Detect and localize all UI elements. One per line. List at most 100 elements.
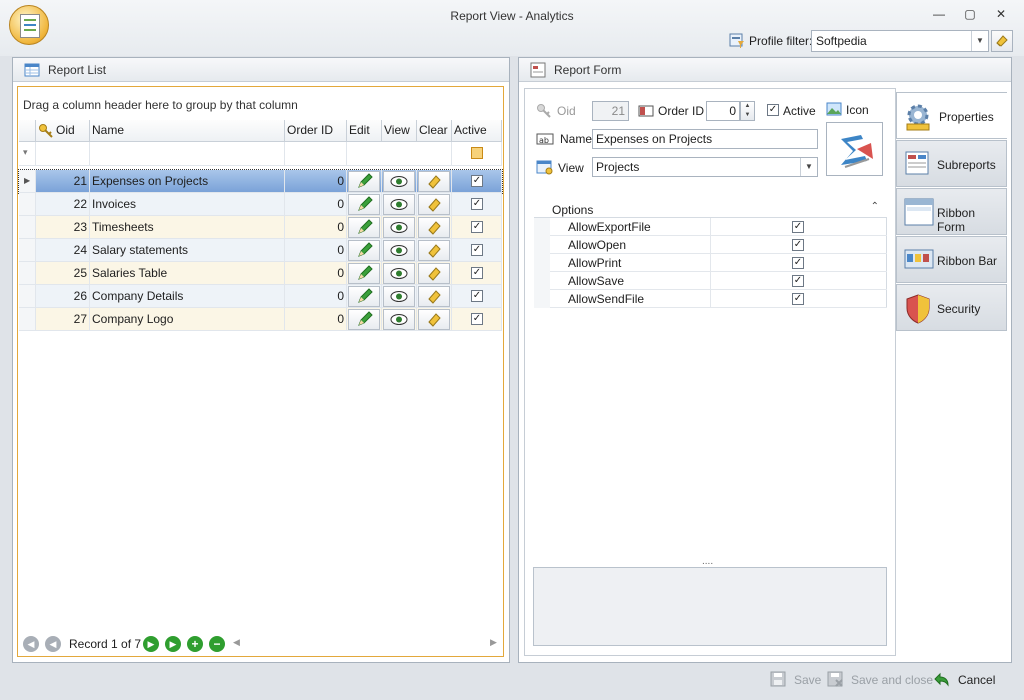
- name-field[interactable]: Expenses on Projects: [592, 129, 818, 149]
- cell-order-id[interactable]: 0: [285, 308, 347, 331]
- minimize-button[interactable]: —: [931, 7, 947, 21]
- cell-oid[interactable]: 26: [36, 285, 90, 308]
- option-row[interactable]: AllowSendFile ✓: [534, 290, 887, 308]
- row-indicator[interactable]: ▶: [19, 170, 36, 193]
- option-row[interactable]: AllowSave ✓: [534, 272, 887, 290]
- table-row[interactable]: 24 Salary statements 0 ✓: [19, 239, 502, 262]
- delete-record-button[interactable]: −: [209, 636, 225, 652]
- edit-button[interactable]: [348, 309, 380, 330]
- profile-filter-select[interactable]: Softpedia ▼: [811, 30, 989, 52]
- add-record-button[interactable]: +: [187, 636, 203, 652]
- chevron-down-icon[interactable]: ▼: [800, 158, 817, 176]
- view-button[interactable]: [383, 194, 415, 215]
- active-checkbox[interactable]: ✓: [471, 175, 483, 187]
- tab-ribbon-form[interactable]: Ribbon Form: [896, 188, 1007, 235]
- edit-button[interactable]: [348, 263, 380, 284]
- cell-name[interactable]: Company Logo: [90, 308, 285, 331]
- filter-cell-active[interactable]: [452, 142, 502, 166]
- scroll-right-icon[interactable]: ▶: [490, 637, 497, 648]
- row-indicator[interactable]: [19, 285, 36, 308]
- order-id-spinner[interactable]: ▲ ▼: [740, 101, 755, 121]
- clear-button[interactable]: [418, 194, 450, 215]
- view-button[interactable]: [383, 217, 415, 238]
- table-row[interactable]: 23 Timesheets 0 ✓: [19, 216, 502, 239]
- tab-properties[interactable]: Properties: [896, 92, 1007, 139]
- row-indicator[interactable]: [19, 308, 36, 331]
- edit-button[interactable]: [348, 171, 380, 192]
- active-checkbox[interactable]: ✓: [767, 104, 779, 116]
- column-header-clear[interactable]: Clear: [417, 120, 452, 142]
- grid-filter-row[interactable]: ▾: [19, 142, 502, 166]
- option-checkbox[interactable]: ✓: [792, 275, 804, 287]
- cell-oid[interactable]: 25: [36, 262, 90, 285]
- view-button[interactable]: [383, 263, 415, 284]
- view-button[interactable]: [383, 286, 415, 307]
- cell-order-id[interactable]: 0: [285, 193, 347, 216]
- clear-button[interactable]: [418, 309, 450, 330]
- table-row[interactable]: ▶ 21 Expenses on Projects 0 ✓: [18, 169, 503, 194]
- column-header-edit[interactable]: Edit: [347, 120, 382, 142]
- close-button[interactable]: ✕: [993, 7, 1009, 21]
- active-checkbox[interactable]: ✓: [471, 198, 483, 210]
- view-select[interactable]: Projects ▼: [592, 157, 818, 177]
- option-checkbox[interactable]: ✓: [792, 239, 804, 251]
- filter-cell-name[interactable]: [90, 142, 285, 166]
- table-row[interactable]: 26 Company Details 0 ✓: [19, 285, 502, 308]
- options-group-header[interactable]: Options ⌃: [534, 201, 887, 218]
- filter-checkbox-indeterminate[interactable]: [471, 147, 483, 159]
- row-indicator[interactable]: [19, 262, 36, 285]
- icon-preview[interactable]: [826, 122, 883, 176]
- view-button[interactable]: [383, 309, 415, 330]
- view-button[interactable]: [383, 240, 415, 261]
- first-record-button[interactable]: ◀: [23, 636, 39, 652]
- clear-filter-button[interactable]: [991, 30, 1013, 52]
- filter-cell-order-id[interactable]: [285, 142, 347, 166]
- column-header-active[interactable]: Active: [452, 120, 502, 142]
- clear-button[interactable]: [418, 286, 450, 307]
- option-row[interactable]: AllowExportFile ✓: [534, 218, 887, 236]
- clear-button[interactable]: [418, 263, 450, 284]
- row-indicator[interactable]: [19, 216, 36, 239]
- cell-name[interactable]: Expenses on Projects: [90, 170, 285, 193]
- cell-order-id[interactable]: 0: [285, 239, 347, 262]
- cell-name[interactable]: Timesheets: [90, 216, 285, 239]
- cell-name[interactable]: Invoices: [90, 193, 285, 216]
- clear-button[interactable]: [418, 217, 450, 238]
- option-checkbox[interactable]: ✓: [792, 293, 804, 305]
- column-header-order-id[interactable]: Order ID: [285, 120, 347, 142]
- option-checkbox[interactable]: ✓: [792, 257, 804, 269]
- cell-order-id[interactable]: 0: [285, 216, 347, 239]
- cell-oid[interactable]: 24: [36, 239, 90, 262]
- table-row[interactable]: 22 Invoices 0 ✓: [19, 193, 502, 216]
- edit-button[interactable]: [348, 286, 380, 307]
- chevron-up-icon[interactable]: ⌃: [871, 201, 879, 212]
- tab-security[interactable]: Security: [896, 284, 1007, 331]
- edit-button[interactable]: [348, 240, 380, 261]
- scroll-left-icon[interactable]: ◀: [233, 637, 240, 648]
- cell-order-id[interactable]: 0: [285, 262, 347, 285]
- next-record-button[interactable]: ▶: [143, 636, 159, 652]
- column-header-view[interactable]: View: [382, 120, 417, 142]
- table-row[interactable]: 27 Company Logo 0 ✓: [19, 308, 502, 331]
- column-header-oid[interactable]: Oid: [36, 120, 90, 142]
- maximize-button[interactable]: ▢: [962, 7, 978, 21]
- option-row[interactable]: AllowOpen ✓: [534, 236, 887, 254]
- order-id-field[interactable]: 0: [706, 101, 740, 121]
- splitter-handle[interactable]: ....: [702, 556, 713, 567]
- column-header-name[interactable]: Name: [90, 120, 285, 142]
- clear-button[interactable]: [418, 240, 450, 261]
- clear-button[interactable]: [418, 171, 450, 192]
- chevron-down-icon[interactable]: ▼: [971, 31, 988, 51]
- row-indicator[interactable]: [19, 193, 36, 216]
- cell-oid[interactable]: 23: [36, 216, 90, 239]
- active-checkbox[interactable]: ✓: [471, 267, 483, 279]
- edit-button[interactable]: [348, 217, 380, 238]
- row-indicator[interactable]: [19, 239, 36, 262]
- tab-subreports[interactable]: Subreports: [896, 140, 1007, 187]
- active-checkbox[interactable]: ✓: [471, 313, 483, 325]
- cell-name[interactable]: Salaries Table: [90, 262, 285, 285]
- edit-button[interactable]: [348, 194, 380, 215]
- cell-oid[interactable]: 22: [36, 193, 90, 216]
- cell-oid[interactable]: 21: [36, 170, 90, 193]
- cell-name[interactable]: Company Details: [90, 285, 285, 308]
